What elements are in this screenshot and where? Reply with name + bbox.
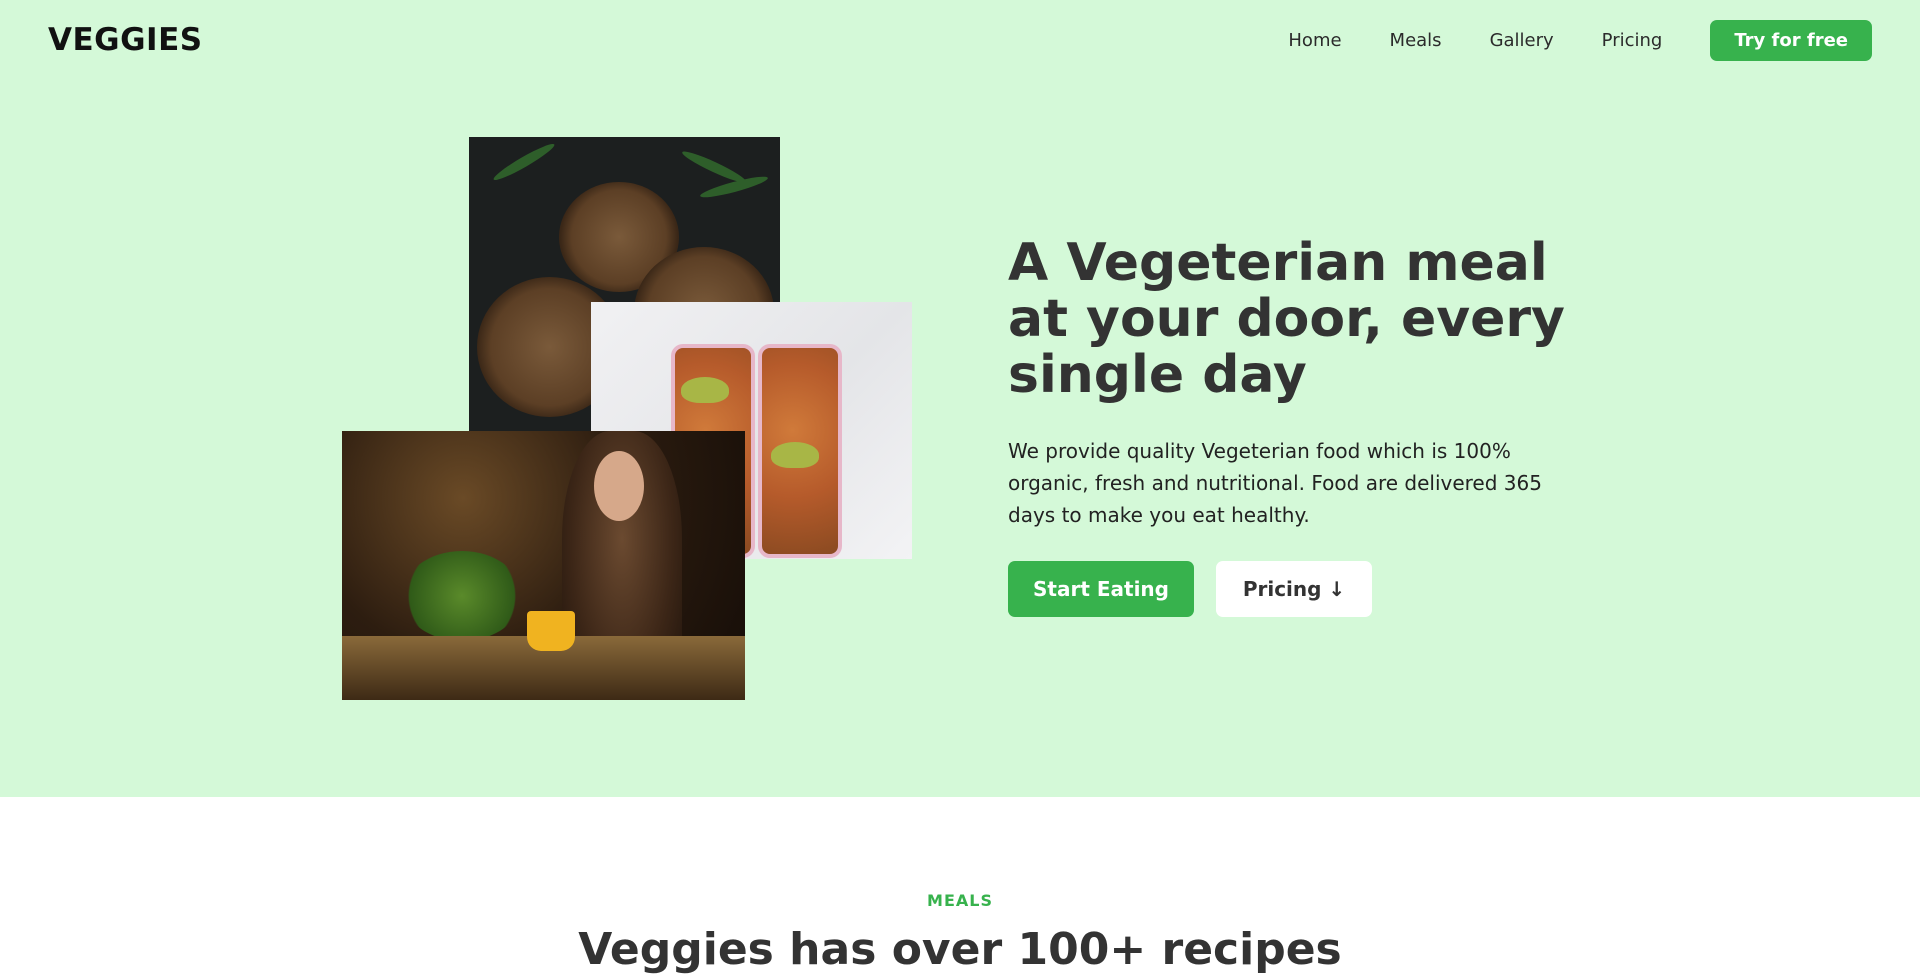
- hero-description: We provide quality Vegeterian food which…: [1008, 439, 1542, 527]
- nav-item-gallery[interactable]: Gallery: [1490, 30, 1554, 51]
- meals-section-title: Veggies has over 100+ recipes: [578, 924, 1342, 975]
- pricing-scroll-button[interactable]: Pricing ↓: [1216, 561, 1372, 617]
- dining-image: [342, 431, 745, 700]
- start-eating-button[interactable]: Start Eating: [1008, 561, 1194, 617]
- nav-item-meals[interactable]: Meals: [1390, 30, 1442, 51]
- main-nav: Home Meals Gallery Pricing Try for free: [1288, 20, 1872, 61]
- try-for-free-button[interactable]: Try for free: [1710, 20, 1872, 61]
- meals-section-label: MEALS: [927, 891, 993, 910]
- hero-section: VEGGIES Home Meals Gallery Pricing Try f…: [0, 0, 1920, 797]
- nav-item-pricing[interactable]: Pricing: [1602, 30, 1663, 51]
- logo[interactable]: VEGGIES: [48, 22, 203, 58]
- nav-item-home[interactable]: Home: [1288, 30, 1341, 51]
- hero-headline: A Vegeterian meal at your door, every si…: [1008, 233, 1565, 405]
